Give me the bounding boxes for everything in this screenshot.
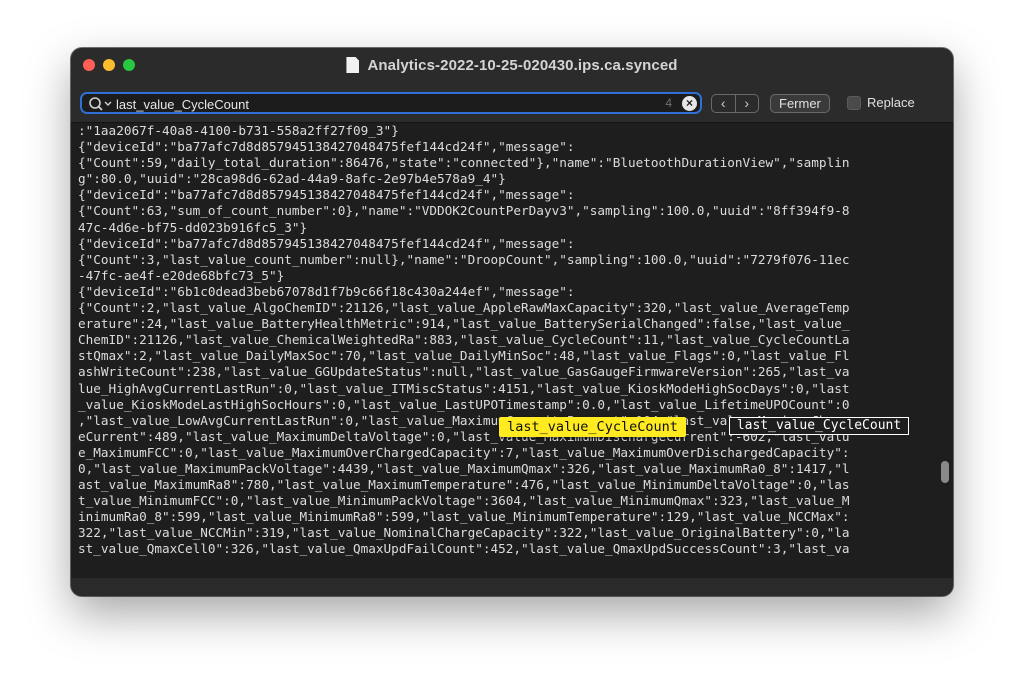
text-line[interactable]: {"deviceId":"6b1c0dead3beb67078d1f7b9c66… bbox=[78, 284, 936, 300]
document-content[interactable]: :"1aa2067f-40a8-4100-b731-558a2ff27f09_3… bbox=[71, 123, 953, 578]
search-field[interactable]: 4 × bbox=[80, 92, 702, 114]
search-input[interactable] bbox=[116, 95, 656, 113]
replace-checkbox[interactable] bbox=[847, 95, 861, 110]
current-match-highlight: last_value_CycleCount bbox=[499, 417, 686, 437]
text-line[interactable]: {"Count":63,"sum_of_count_number":0},"na… bbox=[78, 203, 936, 219]
match-navigation: ‹ › bbox=[711, 94, 759, 113]
text-line[interactable]: ashWriteCount":238,"last_value_GGUpdateS… bbox=[78, 364, 936, 380]
text-line[interactable]: {"Count":2,"last_value_AlgoChemID":21126… bbox=[78, 300, 936, 316]
text-line[interactable]: st_value_QmaxCell0":326,"last_value_Qmax… bbox=[78, 541, 936, 557]
title-bar[interactable]: Analytics-2022-10-25-020430.ips.ca.synce… bbox=[71, 48, 953, 86]
next-match-button[interactable]: › bbox=[734, 95, 759, 112]
vertical-scrollbar[interactable] bbox=[940, 123, 950, 578]
chevron-left-icon: ‹ bbox=[720, 95, 726, 111]
text-line[interactable]: erature":24,"last_value_BatteryHealthMet… bbox=[78, 316, 936, 332]
text-line[interactable]: ChemID":21126,"last_value_ChemicalWeight… bbox=[78, 332, 936, 348]
text-line[interactable]: {"deviceId":"ba77afc7d8d8579451384270484… bbox=[78, 187, 936, 203]
search-icon[interactable] bbox=[88, 96, 114, 112]
text-line[interactable]: {"Count":59,"daily_total_duration":86476… bbox=[78, 155, 936, 171]
text-line[interactable]: e_MaximumFCC":0,"last_value_MaximumOverC… bbox=[78, 445, 936, 461]
text-line[interactable]: -47fc-ae4f-e20de68bfc73_5"} bbox=[78, 268, 936, 284]
text-line[interactable]: stQmax":2,"last_value_DailyMaxSoc":70,"l… bbox=[78, 348, 936, 364]
text-line[interactable]: ast_value_MaximumRa8":780,"last_value_Ma… bbox=[78, 477, 936, 493]
bottom-bar bbox=[71, 578, 953, 596]
done-button[interactable]: Fermer bbox=[770, 94, 830, 113]
window-title-group: Analytics-2022-10-25-020430.ips.ca.synce… bbox=[71, 57, 953, 74]
clear-search-button[interactable]: × bbox=[682, 96, 697, 111]
text-line[interactable]: :"1aa2067f-40a8-4100-b731-558a2ff27f09_3… bbox=[78, 123, 936, 139]
text-line[interactable]: 47c-4d6e-bf75-dd023b916fc5_3"} bbox=[78, 220, 936, 236]
text-line[interactable]: lue_HighAvgCurrentLastRun":0,"last_value… bbox=[78, 381, 936, 397]
find-bar: 4 × ‹ › Fermer Replace bbox=[71, 86, 953, 123]
text-line[interactable]: {"deviceId":"ba77afc7d8d8579451384270484… bbox=[78, 139, 936, 155]
document-icon bbox=[346, 57, 360, 73]
text-line[interactable]: 322,"last_value_NCCMin":319,"last_value_… bbox=[78, 525, 936, 541]
text-line[interactable]: g":80.0,"uuid":"28ca98d6-62ad-44a9-8afc-… bbox=[78, 171, 936, 187]
text-line[interactable]: _value_KioskModeLastHighSocHours":0,"las… bbox=[78, 397, 936, 413]
scrollbar-thumb[interactable] bbox=[941, 461, 949, 483]
text-line[interactable]: {"deviceId":"ba77afc7d8d8579451384270484… bbox=[78, 236, 936, 252]
text-line[interactable]: inimumRa0_8":599,"last_value_MinimumRa8"… bbox=[78, 509, 936, 525]
text-line[interactable]: {"Count":3,"last_value_count_number":nul… bbox=[78, 252, 936, 268]
text-line[interactable]: t_value_MinimumFCC":0,"last_value_Minimu… bbox=[78, 493, 936, 509]
match-highlight: last_value_CycleCount bbox=[729, 417, 909, 435]
replace-toggle[interactable]: Replace bbox=[847, 95, 915, 110]
match-count: 4 bbox=[665, 96, 672, 110]
text-line[interactable]: 0,"last_value_MaximumPackVoltage":4439,"… bbox=[78, 461, 936, 477]
replace-label: Replace bbox=[867, 95, 915, 110]
previous-match-button[interactable]: ‹ bbox=[712, 95, 735, 112]
document-text[interactable]: :"1aa2067f-40a8-4100-b731-558a2ff27f09_3… bbox=[78, 123, 936, 558]
window-title: Analytics-2022-10-25-020430.ips.ca.synce… bbox=[367, 57, 678, 74]
text-editor-window: Analytics-2022-10-25-020430.ips.ca.synce… bbox=[71, 48, 953, 596]
chevron-right-icon: › bbox=[744, 95, 750, 111]
